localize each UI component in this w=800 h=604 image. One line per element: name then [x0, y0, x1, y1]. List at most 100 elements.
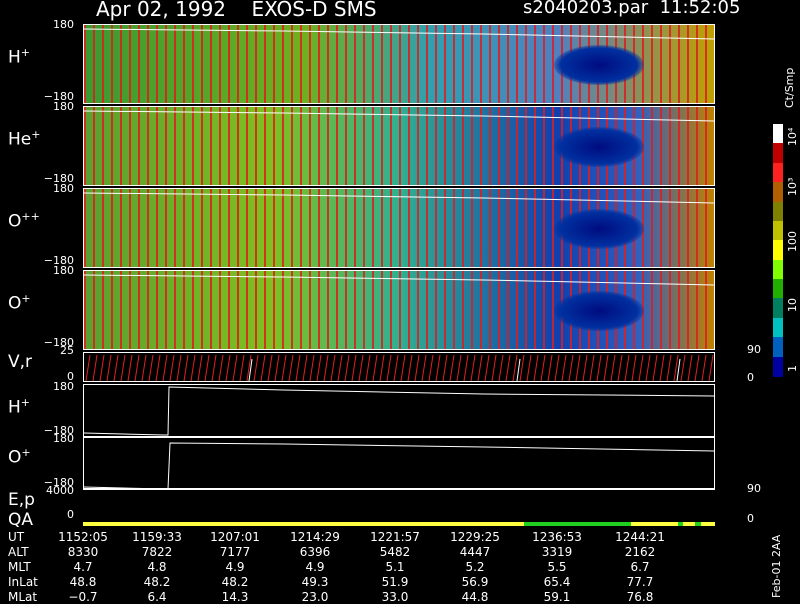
info-cell: 2162 — [624, 545, 656, 559]
vr-label: V,r — [8, 352, 33, 372]
oplus-line-top-tick: 180 — [53, 432, 74, 445]
info-cell: 1152:05 — [58, 530, 108, 544]
info-cell: 5.1 — [385, 560, 405, 574]
plot-title: Apr 02, 1992 EXOS-D SMS — [96, 0, 377, 21]
hplus-line-top-tick: 180 — [53, 380, 74, 393]
spectrogram-oplusplus — [83, 188, 715, 268]
info-cell: 23.0 — [301, 590, 329, 604]
ep-panel — [83, 488, 715, 526]
info-row-header: ALT — [8, 545, 29, 559]
info-cell: 51.9 — [381, 575, 409, 589]
info-row-ut: UT 1152:05 1159:33 1207:01 1214:29 1221:57 122… — [0, 530, 760, 544]
panel-label-oplus: O+ — [8, 292, 31, 314]
info-cell: 48.2 — [143, 575, 171, 589]
info-cell: 48.8 — [69, 575, 97, 589]
info-row-header: MLat — [8, 590, 38, 604]
info-cell: 76.8 — [626, 590, 654, 604]
oplus-line-panel — [83, 436, 715, 490]
info-cell: 65.4 — [543, 575, 571, 589]
info-cell: 4.9 — [305, 560, 325, 574]
spectrogram-hplus — [83, 24, 715, 104]
info-cell: 8330 — [67, 545, 99, 559]
panel-label-hplus: H+ — [8, 46, 31, 68]
info-cell: 4.9 — [225, 560, 245, 574]
info-cell: 6396 — [299, 545, 331, 559]
info-cell: 1229:25 — [450, 530, 500, 544]
info-cell: 6.7 — [630, 560, 650, 574]
panel-top-tick-hplus: 180 — [53, 18, 74, 31]
info-cell: 33.0 — [381, 590, 409, 604]
colorbar-swatch — [773, 337, 783, 358]
colorbar-swatch — [773, 220, 783, 242]
info-cell: 3319 — [541, 545, 573, 559]
info-cell: −0.7 — [68, 590, 98, 604]
colorbar-tick: 10 — [786, 298, 799, 312]
info-row-mlt: MLT 4.7 4.8 4.9 4.9 5.1 5.2 5.5 6.7 — [0, 560, 760, 574]
info-cell: 48.2 — [221, 575, 249, 589]
info-cell: 49.3 — [301, 575, 329, 589]
info-cell: 56.9 — [461, 575, 489, 589]
colorbar-tick: 10⁴ — [786, 127, 799, 146]
info-row-header: UT — [8, 530, 25, 544]
info-row-inlat: InLat 48.8 48.2 48.2 49.3 51.9 56.9 65.4 77.7 — [0, 575, 760, 589]
colorbar-swatch — [773, 201, 783, 222]
colorbar-swatch — [773, 124, 783, 145]
side-note: Feb-01 2AA — [770, 534, 783, 598]
info-row-header: MLT — [8, 560, 31, 574]
panel-label-oplusplus: O++ — [8, 210, 40, 232]
oplus-line-label: O+ — [8, 446, 31, 468]
info-cell: 1159:33 — [132, 530, 182, 544]
colorbar-swatch — [773, 143, 783, 164]
oplus-line-plot — [84, 442, 714, 489]
colorbar — [773, 124, 783, 377]
colorbar-swatch — [773, 240, 783, 261]
hplus-line-plot — [84, 386, 714, 436]
ep-top-tick: 4000 — [46, 484, 74, 497]
colorbar-swatch — [773, 317, 783, 339]
spectrogram-heplus — [83, 106, 715, 186]
info-row-mlat: MLat −0.7 6.4 14.3 23.0 33.0 44.8 59.1 76.8 — [0, 590, 760, 604]
info-cell: 7822 — [141, 545, 173, 559]
hplus-line-panel — [83, 384, 715, 438]
vr-top-tick: 25 — [60, 344, 74, 357]
info-cell: 1221:57 — [370, 530, 420, 544]
colorbar-swatch — [773, 356, 783, 377]
info-cell: 4447 — [459, 545, 491, 559]
info-cell: 14.3 — [221, 590, 249, 604]
colorbar-tick: 1 — [786, 365, 799, 372]
info-row-alt: ALT 8330 7822 7177 6396 5482 4447 3319 2162 — [0, 545, 760, 559]
colorbar-swatch — [773, 162, 783, 184]
info-cell: 1244:21 — [615, 530, 665, 544]
colorbar-swatch — [773, 182, 783, 203]
vr-plot — [85, 354, 714, 381]
info-cell: 1236:53 — [532, 530, 582, 544]
info-row-header: InLat — [8, 575, 38, 589]
ep-right-top-tick: 90 — [747, 482, 761, 495]
colorbar-swatch — [773, 279, 783, 300]
info-cell: 6.4 — [147, 590, 167, 604]
info-cell: 1214:29 — [290, 530, 340, 544]
info-cell: 5.5 — [547, 560, 567, 574]
colorbar-label: Ct/Smp — [783, 67, 796, 108]
file-timestamp: s2040203.par 11:52:05 — [523, 0, 741, 18]
vr-right-top-tick: 90 — [747, 343, 761, 356]
info-cell: 4.8 — [147, 560, 167, 574]
info-cell: 7177 — [219, 545, 251, 559]
colorbar-tick: 10³ — [786, 177, 799, 196]
panel-top-tick-oplusplus: 180 — [53, 182, 74, 195]
colorbar-swatch — [773, 298, 783, 319]
info-cell: 4.7 — [73, 560, 93, 574]
ep-label: E,p — [8, 490, 35, 510]
info-cell: 77.7 — [626, 575, 654, 589]
qa-bar-green — [524, 522, 631, 526]
spectrogram-oplus — [83, 270, 715, 350]
panel-label-heplus: He+ — [8, 128, 41, 150]
info-cell: 5.2 — [465, 560, 485, 574]
hplus-line-label: H+ — [8, 396, 31, 418]
info-cell: 5482 — [379, 545, 411, 559]
vr-right-bottom-tick: 0 — [747, 371, 754, 384]
qa-label: QA — [8, 510, 34, 530]
panel-top-tick-oplus: 180 — [53, 264, 74, 277]
vr-panel — [83, 352, 715, 382]
info-cell: 59.1 — [543, 590, 571, 604]
